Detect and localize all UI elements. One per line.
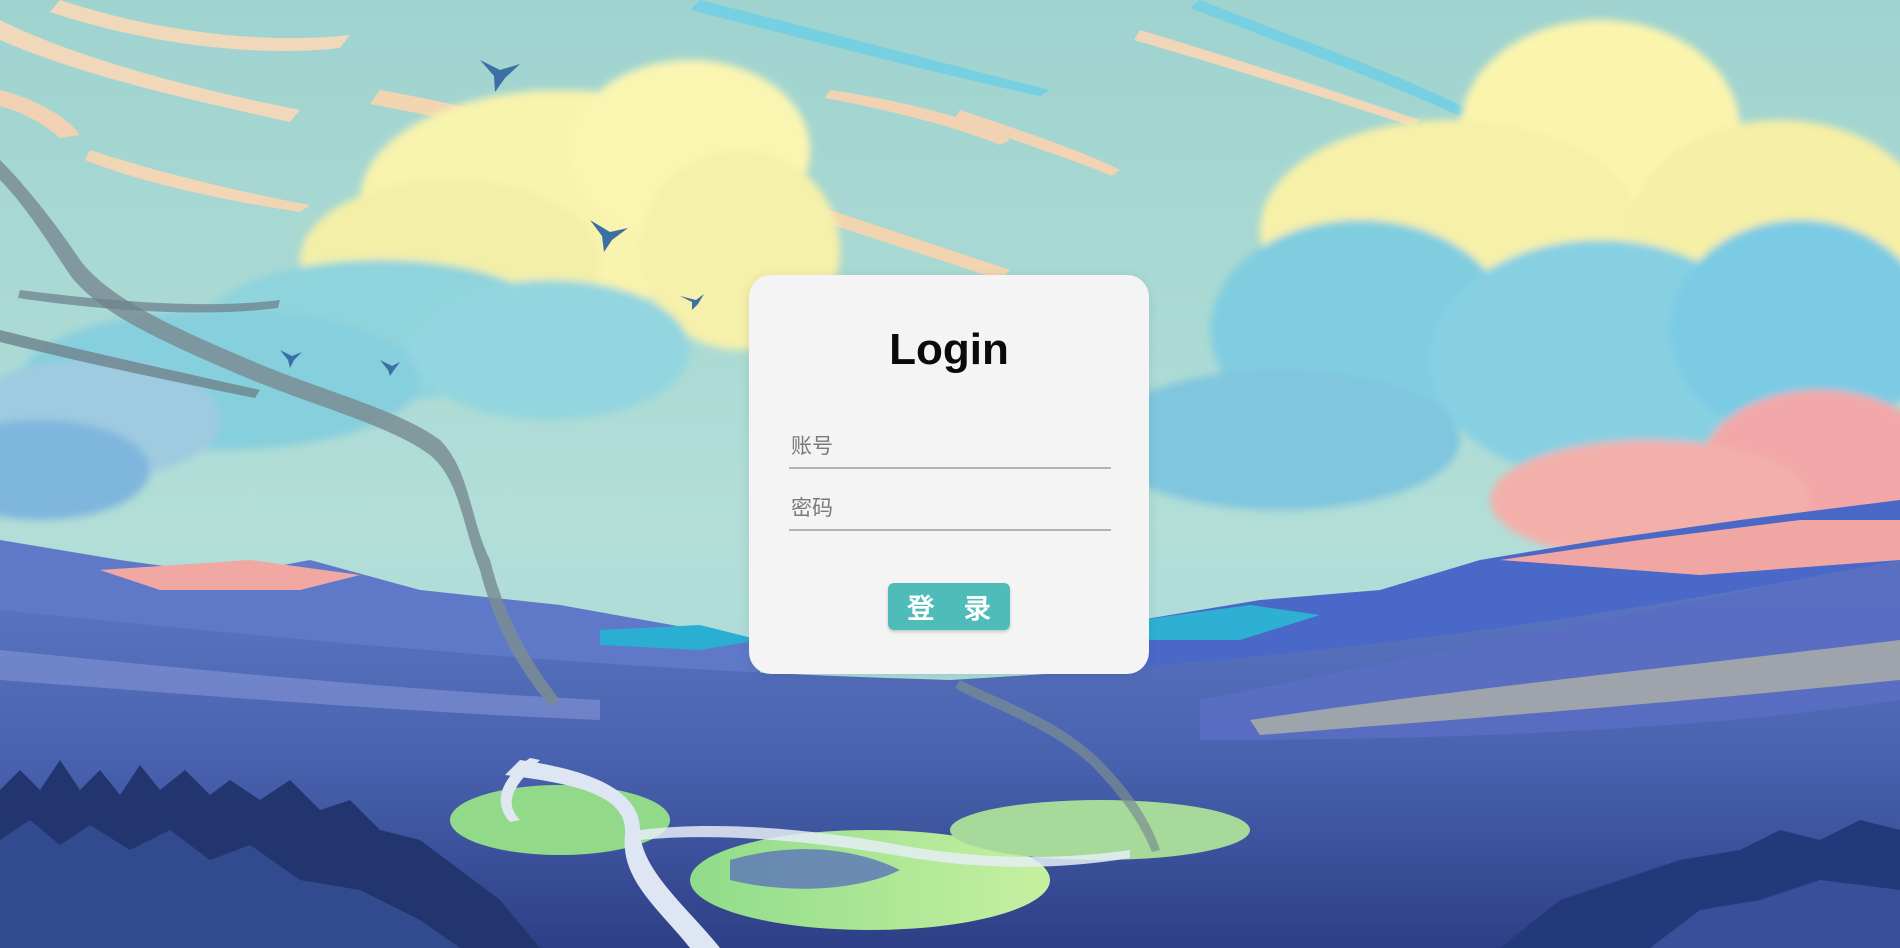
- login-button[interactable]: 登 录: [888, 583, 1010, 630]
- login-page: Login 登 录: [0, 0, 1900, 948]
- login-card: Login 登 录: [749, 275, 1149, 674]
- password-input[interactable]: [789, 487, 1111, 531]
- login-title: Login: [889, 325, 1009, 374]
- account-input[interactable]: [789, 425, 1111, 469]
